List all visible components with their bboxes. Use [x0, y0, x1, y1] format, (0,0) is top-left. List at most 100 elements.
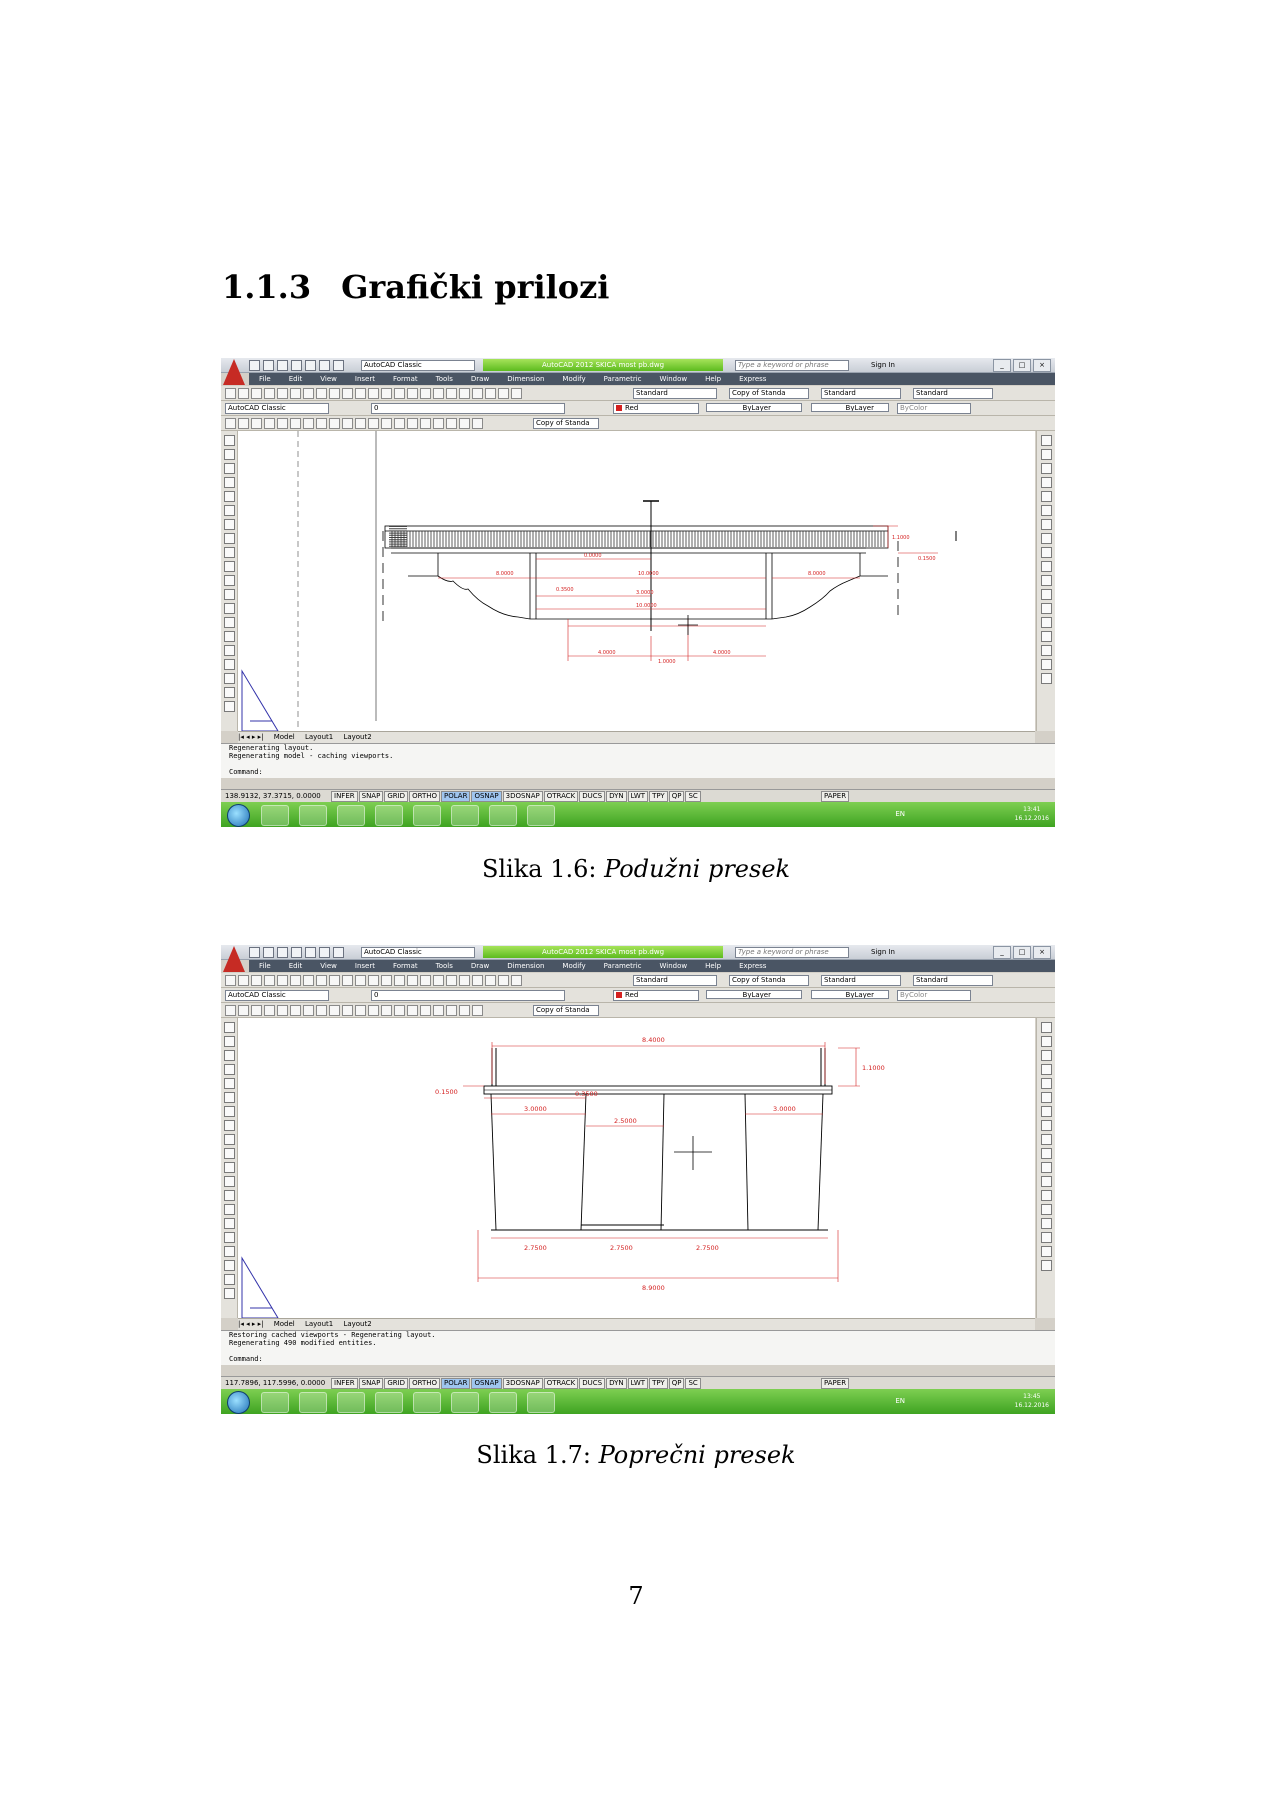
design-center-icon[interactable] [446, 388, 457, 399]
tab-model[interactable]: Model [274, 1320, 295, 1328]
jog-line-icon[interactable] [433, 418, 444, 429]
menu-insert[interactable]: Insert [355, 960, 375, 972]
save-icon[interactable] [251, 388, 262, 399]
menu-parametric[interactable]: Parametric [604, 373, 642, 385]
tolerance-icon[interactable] [394, 418, 405, 429]
mode-ducs[interactable]: DUCS [579, 791, 606, 802]
undo-icon[interactable] [319, 360, 330, 371]
stretch-icon[interactable] [1040, 547, 1052, 558]
dim-space-icon[interactable] [368, 1005, 379, 1016]
menu-dimension[interactable]: Dimension [507, 373, 544, 385]
mode-grid[interactable]: GRID [384, 1378, 409, 1389]
linetype-select[interactable]: ByLayer [706, 990, 802, 999]
fillet-icon[interactable] [1040, 1232, 1052, 1243]
menu-draw[interactable]: Draw [471, 960, 489, 972]
pdf-reader-icon[interactable] [527, 1392, 555, 1413]
redo-icon[interactable] [368, 975, 379, 986]
explorer-icon[interactable] [261, 805, 289, 826]
maximize-icon[interactable]: □ [1013, 946, 1031, 959]
layer-select[interactable]: 0 [371, 403, 565, 414]
menu-express[interactable]: Express [739, 373, 766, 385]
fillet-icon[interactable] [1040, 645, 1052, 656]
dim-quick-icon[interactable] [329, 418, 340, 429]
extend-icon[interactable] [1040, 1162, 1052, 1173]
menu-help[interactable]: Help [705, 373, 721, 385]
help-icon[interactable] [511, 975, 522, 986]
save-icon[interactable] [251, 975, 262, 986]
erase-icon[interactable] [1040, 1022, 1052, 1033]
paper-button[interactable]: PAPER [821, 1378, 850, 1389]
dim-jogged-icon[interactable] [290, 418, 301, 429]
mode-ducs[interactable]: DUCS [579, 1378, 606, 1389]
mode-tpy[interactable]: TPY [649, 1378, 668, 1389]
plot-icon[interactable] [264, 388, 275, 399]
print-icon[interactable] [305, 947, 316, 958]
mode-infer[interactable]: INFER [331, 791, 358, 802]
ellipse-arc-icon[interactable] [223, 575, 235, 586]
menu-file[interactable]: File [259, 960, 271, 972]
circle-icon[interactable] [223, 1106, 235, 1117]
help-icon[interactable] [511, 388, 522, 399]
break-point-icon[interactable] [1040, 1176, 1052, 1187]
mode-ortho[interactable]: ORTHO [409, 1378, 440, 1389]
dim-ordinate-icon[interactable] [264, 1005, 275, 1016]
search-input[interactable]: Type a keyword or phrase [735, 947, 849, 958]
array-icon[interactable] [1040, 491, 1052, 502]
menu-format[interactable]: Format [393, 373, 418, 385]
calculator-icon[interactable] [498, 975, 509, 986]
dim-style-combo[interactable]: Copy of Standa [533, 418, 599, 429]
inspect-icon[interactable] [420, 1005, 431, 1016]
layer-select[interactable]: 0 [371, 990, 565, 1001]
menu-modify[interactable]: Modify [562, 960, 585, 972]
dim-ordinate-icon[interactable] [264, 418, 275, 429]
autocad-icon[interactable] [413, 1392, 441, 1413]
table-icon[interactable] [223, 673, 235, 684]
mode-osnap[interactable]: OSNAP [471, 791, 502, 802]
polygon-icon[interactable] [223, 1064, 235, 1075]
autocad-logo-icon[interactable] [223, 359, 245, 385]
qnew-icon[interactable] [225, 975, 236, 986]
dim-style-select[interactable]: Copy of Standa [729, 388, 809, 399]
dim-quick-icon[interactable] [329, 1005, 340, 1016]
pdf-reader-icon[interactable] [527, 805, 555, 826]
chamfer-icon[interactable] [1040, 1218, 1052, 1229]
close-icon[interactable]: × [1033, 946, 1051, 959]
open-icon[interactable] [263, 360, 274, 371]
jog-line-icon[interactable] [433, 1005, 444, 1016]
point-icon[interactable] [223, 617, 235, 628]
opera-icon[interactable] [375, 805, 403, 826]
add-selected-icon[interactable] [223, 701, 235, 712]
hatch-icon[interactable] [223, 1218, 235, 1229]
mode-polar[interactable]: POLAR [441, 791, 471, 802]
dim-radius-icon[interactable] [277, 418, 288, 429]
save-icon[interactable] [277, 360, 288, 371]
zoom-previous-icon[interactable] [420, 975, 431, 986]
copy-icon[interactable] [316, 388, 327, 399]
move-icon[interactable] [1040, 505, 1052, 516]
autocad-logo-icon[interactable] [223, 946, 245, 972]
dim-aligned-icon[interactable] [238, 418, 249, 429]
explorer-icon[interactable] [261, 1392, 289, 1413]
line-icon[interactable] [223, 1022, 235, 1033]
dim-linear-icon[interactable] [225, 418, 236, 429]
tool-palettes-icon[interactable] [459, 388, 470, 399]
open-icon[interactable] [238, 388, 249, 399]
redo-icon[interactable] [333, 947, 344, 958]
plot-icon[interactable] [264, 975, 275, 986]
join-icon[interactable] [1040, 1204, 1052, 1215]
start-button-icon[interactable] [227, 804, 250, 827]
mode-qp[interactable]: QP [668, 791, 685, 802]
sign-in-link[interactable]: Sign In [871, 360, 895, 370]
revcloud-icon[interactable] [223, 1120, 235, 1131]
mirror-icon[interactable] [1040, 463, 1052, 474]
workspace-select[interactable]: AutoCAD Classic [361, 360, 475, 371]
redo-icon[interactable] [333, 360, 344, 371]
dim-text-edit-icon[interactable] [459, 418, 470, 429]
plotstyle-select[interactable]: ByColor [897, 403, 971, 414]
undo-icon[interactable] [319, 947, 330, 958]
saveas-icon[interactable] [291, 360, 302, 371]
saveas-icon[interactable] [291, 947, 302, 958]
tab-nav-icon[interactable]: |◂ ◂ ▸ ▸| [238, 733, 263, 741]
zoom-window-icon[interactable] [407, 388, 418, 399]
tab-nav-icon[interactable]: |◂ ◂ ▸ ▸| [238, 1320, 263, 1328]
